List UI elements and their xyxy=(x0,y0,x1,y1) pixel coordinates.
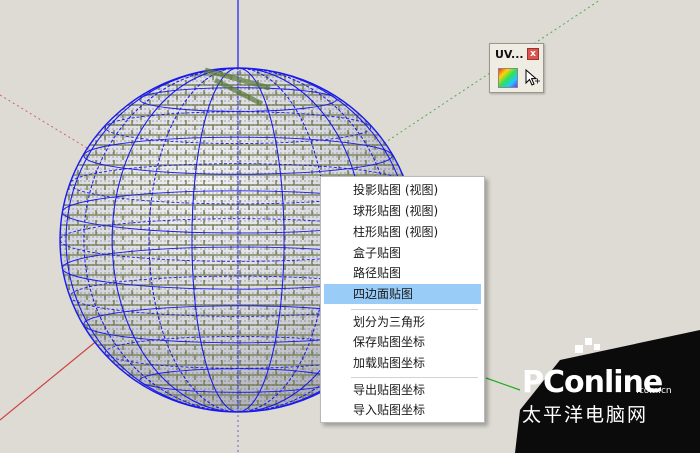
menu-item-export-uv[interactable]: 导出贴图坐标 xyxy=(324,380,481,400)
menu-item-import-uv[interactable]: 导入贴图坐标 xyxy=(324,400,481,420)
uv-toolbar-title: UV... xyxy=(495,48,524,61)
uv-toolbar-window: UV... x xyxy=(489,43,544,93)
menu-item-quad-face-map[interactable]: 四边面贴图 xyxy=(324,284,481,304)
pointer-cursor-icon[interactable] xyxy=(522,68,542,88)
menu-item-box-map[interactable]: 盒子贴图 xyxy=(324,243,481,263)
watermark-domain: .com.cn xyxy=(636,386,672,396)
menu-separator xyxy=(351,309,478,310)
context-menu: 投影贴图 (视图) 球形贴图 (视图) 柱形贴图 (视图) 盒子贴图 路径贴图 … xyxy=(320,176,485,423)
watermark-slogan: 太平洋电脑网 xyxy=(522,404,649,426)
menu-separator xyxy=(351,377,478,378)
menu-item-cylindrical-map[interactable]: 柱形贴图 (视图) xyxy=(324,222,481,242)
menu-item-load-uv[interactable]: 加载贴图坐标 xyxy=(324,353,481,373)
menu-item-triangulate[interactable]: 划分为三角形 xyxy=(324,312,481,332)
close-icon[interactable]: x xyxy=(527,48,539,60)
menu-item-path-map[interactable]: 路径贴图 xyxy=(324,263,481,283)
menu-item-projection-map[interactable]: 投影贴图 (视图) xyxy=(324,180,481,200)
menu-item-save-uv[interactable]: 保存贴图坐标 xyxy=(324,332,481,352)
menu-item-spherical-map[interactable]: 球形贴图 (视图) xyxy=(324,201,481,221)
rainbow-texture-icon[interactable] xyxy=(498,68,518,88)
